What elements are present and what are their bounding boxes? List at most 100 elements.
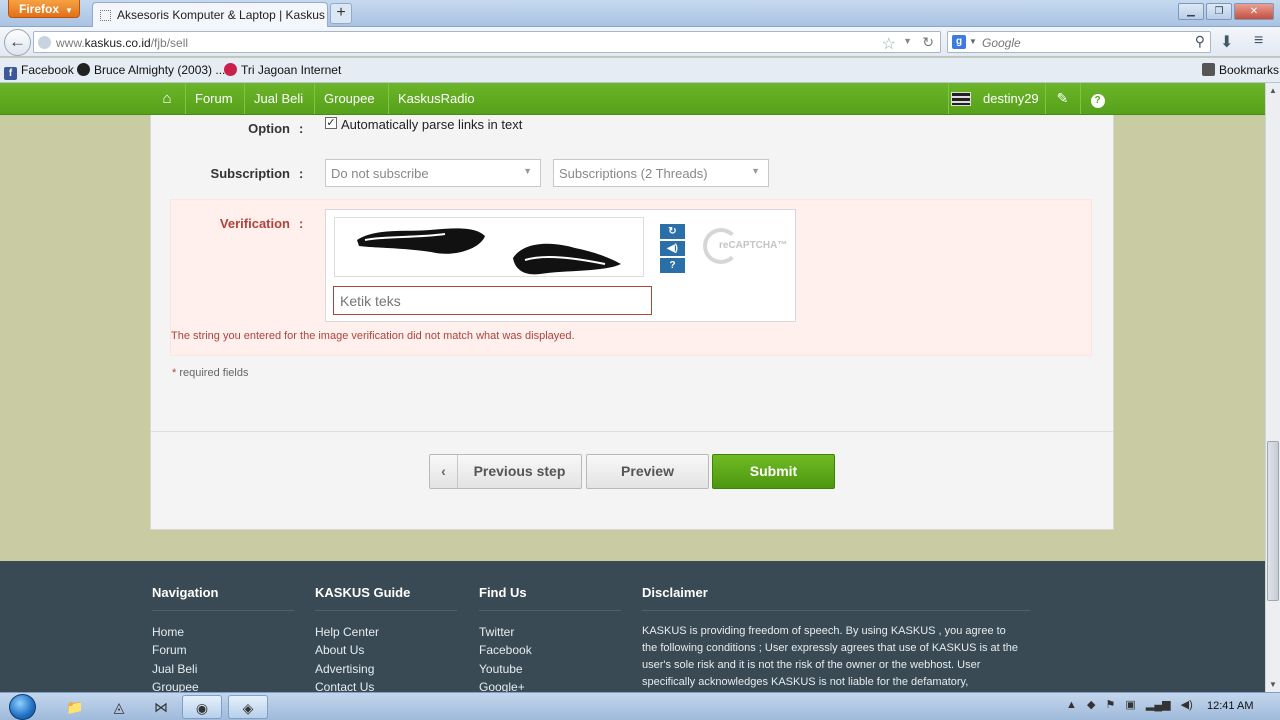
help-captcha-icon[interactable]: ? — [660, 258, 685, 273]
bookmarks-menu[interactable]: Bookmarks — [1202, 63, 1279, 77]
back-arrow-icon[interactable]: ← — [4, 29, 31, 56]
url-prefix: www. — [56, 36, 85, 50]
user-menu[interactable]: destiny29 — [948, 83, 1045, 114]
pencil-icon[interactable]: ✎ — [1045, 83, 1079, 114]
captcha-error-message: The string you entered for the image ver… — [171, 330, 575, 342]
taskbar-clock[interactable]: 12:41 AM — [1207, 700, 1253, 712]
tray-flag-icon[interactable]: ⚑ — [1105, 699, 1115, 711]
new-tab-button[interactable]: + — [330, 3, 352, 24]
footer-link-help-center[interactable]: Help Center — [315, 625, 379, 639]
downloads-icon[interactable]: ⬇ — [1220, 32, 1233, 52]
window-titlebar: Firefox ▼ Aksesoris Komputer & Laptop | K… — [0, 0, 1280, 27]
parse-links-checkbox[interactable]: ✓ — [325, 117, 337, 129]
footer-link-twitter[interactable]: Twitter — [479, 625, 514, 639]
footer-link-home[interactable]: Home — [152, 625, 184, 639]
captcha-text-input[interactable] — [333, 286, 652, 315]
bookmark-bruce-almighty[interactable]: Bruce Almighty (2003) ... — [77, 63, 225, 77]
chevron-down-icon: ▼ — [523, 166, 532, 176]
app-icon[interactable]: ◬ — [99, 695, 139, 719]
divider — [315, 610, 457, 611]
search-icon[interactable]: ⚲ — [1195, 33, 1205, 50]
nav-kaskusradio[interactable]: KaskusRadio — [388, 83, 484, 114]
required-fields-note: * required fields — [172, 367, 249, 379]
refresh-captcha-icon[interactable]: ↻ — [660, 224, 685, 239]
menu-icon[interactable]: ≡ — [1254, 32, 1263, 50]
nav-jual-beli[interactable]: Jual Beli — [244, 83, 312, 114]
tray-volume-icon[interactable]: ◀) — [1181, 699, 1193, 711]
scroll-down-icon[interactable]: ▼ — [1266, 677, 1280, 692]
history-dropdown-icon[interactable]: ▼ — [903, 36, 912, 46]
divider — [642, 610, 1030, 611]
close-icon[interactable]: ✕ — [1234, 3, 1274, 20]
site-navbar: ⌂ Forum Jual Beli Groupee KaskusRadio de… — [0, 83, 1265, 115]
bookmark-star-icon[interactable]: ☆ — [882, 34, 896, 54]
footer-findus-title: Find Us — [479, 585, 527, 600]
divider — [152, 610, 294, 611]
footer-link-jual-beli[interactable]: Jual Beli — [152, 662, 197, 676]
divider — [151, 431, 1113, 432]
windows-taskbar: 📁 ◬ ⋈ ◉ ◈ ▲ ◆ ⚑ ▣ ▂▄▆ ◀) 12:41 AM — [0, 692, 1280, 720]
tray-shield-icon[interactable]: ◆ — [1087, 699, 1095, 711]
nav-groupee[interactable]: Groupee — [314, 83, 384, 114]
reload-icon[interactable]: ↻ — [922, 34, 934, 51]
start-button[interactable] — [6, 693, 42, 720]
search-placeholder: Google — [982, 36, 1021, 50]
scrollbar-thumb[interactable] — [1267, 441, 1279, 601]
captcha-distorted-text-icon — [357, 228, 621, 275]
page-scrollbar[interactable]: ▲ ▼ — [1265, 83, 1280, 692]
previous-step-button[interactable]: ‹ Previous step — [429, 454, 582, 489]
engine-dropdown-icon[interactable]: ▼ — [969, 37, 977, 46]
preview-button[interactable]: Preview — [586, 454, 709, 489]
audio-captcha-icon[interactable]: ◀) — [660, 241, 685, 256]
search-bar[interactable]: g ▼ Google ⚲ — [947, 31, 1211, 53]
facebook-icon: f — [4, 67, 17, 80]
footer-link-about-us[interactable]: About Us — [315, 643, 364, 657]
bookmarks-icon — [1202, 63, 1215, 76]
subscriptions-threads-select[interactable]: Subscriptions (2 Threads) ▼ — [553, 159, 769, 187]
visual-studio-icon[interactable]: ⋈ — [141, 695, 181, 719]
tray-signal-icon[interactable]: ▂▄▆ — [1146, 699, 1171, 711]
scroll-up-icon[interactable]: ▲ — [1266, 83, 1280, 98]
tray-security-icon[interactable]: ▣ — [1125, 699, 1135, 711]
home-icon[interactable]: ⌂ — [152, 83, 182, 114]
subscription-select[interactable]: Do not subscribe ▼ — [325, 159, 541, 187]
tray-expand-icon[interactable]: ▲ — [1066, 699, 1077, 711]
url-domain: kaskus.co.id — [84, 36, 151, 50]
windows-logo-icon — [9, 694, 36, 720]
subscription-colon: : — [299, 166, 304, 181]
footer-link-facebook[interactable]: Facebook — [479, 643, 532, 657]
network-app-icon[interactable]: ◈ — [228, 695, 268, 719]
address-bar[interactable]: www.kaskus.co.id/fjb/sell ☆ ▼ ↻ — [33, 31, 941, 53]
window-controls: ▁ ❐ ✕ — [1176, 3, 1274, 20]
subscription-label: Subscription — [210, 166, 290, 181]
nav-forum[interactable]: Forum — [185, 83, 242, 114]
footer-link-advertising[interactable]: Advertising — [315, 662, 374, 676]
verification-colon: : — [299, 216, 304, 231]
restore-icon[interactable]: ❐ — [1206, 3, 1232, 20]
verification-label: Verification — [219, 216, 290, 231]
google-engine-icon[interactable]: g — [952, 35, 966, 49]
minimize-icon[interactable]: ▁ — [1178, 3, 1204, 20]
captcha-image — [334, 217, 644, 277]
footer-link-forum[interactable]: Forum — [152, 643, 187, 657]
url-path: /fjb/sell — [150, 36, 189, 50]
explorer-icon[interactable]: 📁 — [55, 695, 95, 719]
site-footer: Navigation Home Forum Jual Beli Groupee … — [0, 561, 1265, 694]
submit-button[interactable]: Submit — [712, 454, 835, 489]
bookmark-tri[interactable]: Tri Jagoan Internet — [224, 63, 341, 77]
username: destiny29 — [983, 91, 1039, 106]
footer-navigation-title: Navigation — [152, 585, 219, 600]
bookmark-facebook[interactable]: f Facebook — [4, 63, 74, 80]
tab-title: Aksesoris Komputer & Laptop | Kaskus - .… — [117, 8, 328, 22]
page-favicon-icon — [100, 10, 111, 21]
site-identity-icon[interactable] — [38, 36, 51, 49]
parse-links-label[interactable]: Automatically parse links in text — [341, 117, 522, 132]
bookmarks-toolbar: f Facebook Bruce Almighty (2003) ... Tri … — [0, 58, 1280, 83]
browser-tab[interactable]: Aksesoris Komputer & Laptop | Kaskus - .… — [92, 2, 328, 27]
help-icon[interactable]: ? — [1080, 83, 1114, 114]
footer-disclaimer-title: Disclaimer — [642, 585, 708, 600]
firefox-taskbar-icon[interactable]: ◉ — [182, 695, 222, 719]
chevron-down-icon: ▼ — [751, 166, 760, 176]
footer-link-youtube[interactable]: Youtube — [479, 662, 523, 676]
firefox-menu-button[interactable]: Firefox ▼ — [8, 0, 80, 18]
